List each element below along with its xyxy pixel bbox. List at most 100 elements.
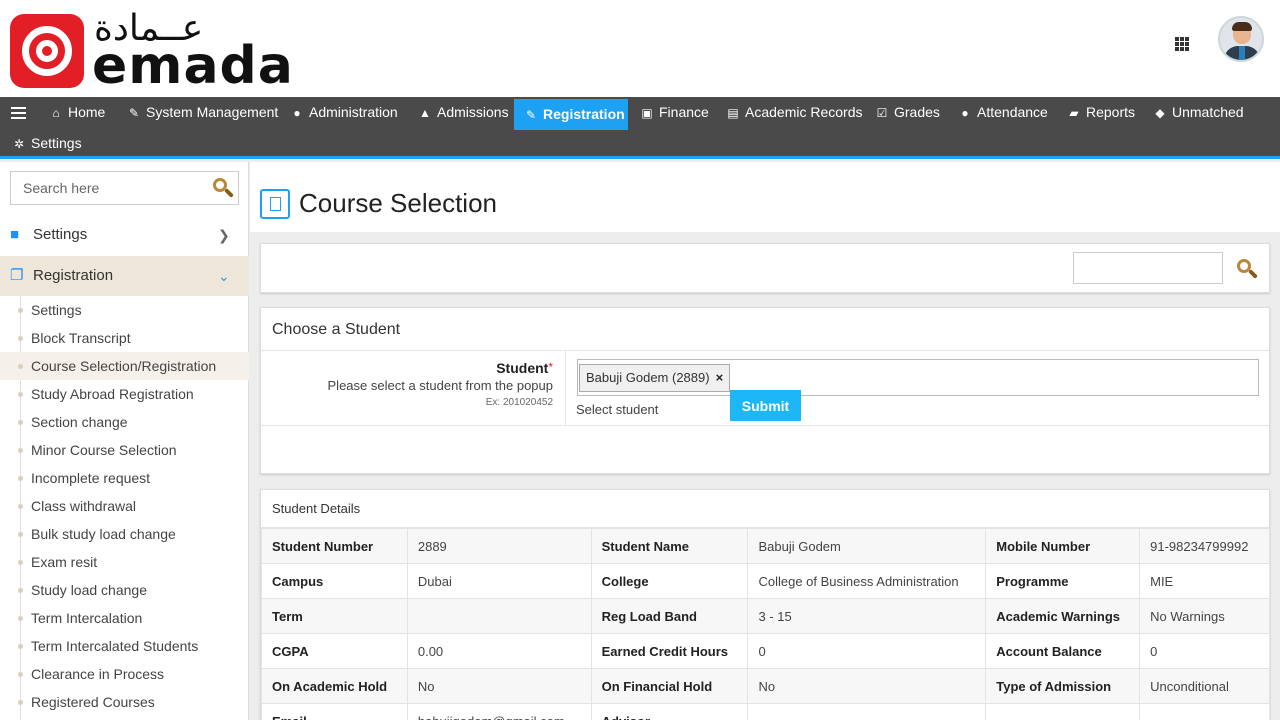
sidebar-item-study-load-change[interactable]: Study load change bbox=[0, 576, 249, 604]
emada-logo[interactable]: عــمادة emada bbox=[10, 8, 293, 92]
nav-academic-records[interactable]: ▤ Academic Records bbox=[716, 97, 873, 128]
nav-label: Reports bbox=[1086, 104, 1136, 120]
table-row: Term Reg Load Band 3 - 15 Academic Warnin… bbox=[261, 598, 1270, 634]
file-icon: ▤ bbox=[727, 106, 739, 120]
detail-key: Programme bbox=[985, 563, 1141, 599]
detail-value: No bbox=[406, 668, 592, 704]
item-label: Block Transcript bbox=[31, 330, 131, 346]
nav-home[interactable]: ⌂ Home bbox=[39, 97, 115, 128]
nav-system-management[interactable]: ✎ System Management bbox=[117, 97, 288, 128]
nav-admissions[interactable]: ▲ Admissions bbox=[408, 97, 519, 128]
student-details-panel: Student Details Student Number 2889 Stude… bbox=[260, 489, 1270, 720]
detail-key: Term bbox=[261, 598, 408, 634]
sidebar-item-settings[interactable]: Settings bbox=[0, 296, 249, 324]
nav-administration[interactable]: ● Administration bbox=[280, 97, 408, 128]
sidebar-item-bulk-study-load[interactable]: Bulk study load change bbox=[0, 520, 249, 548]
sidebar-item-block-transcript[interactable]: Block Transcript bbox=[0, 324, 249, 352]
detail-key: Student Name bbox=[590, 528, 749, 564]
detail-key: Reg Load Band bbox=[590, 598, 749, 634]
nav-label: Finance bbox=[659, 104, 709, 120]
sidebar-item-minor-course[interactable]: Minor Course Selection bbox=[0, 436, 249, 464]
detail-value: 2889 bbox=[406, 528, 592, 564]
user-avatar[interactable] bbox=[1218, 16, 1264, 62]
detail-key: Type of Admission bbox=[985, 668, 1141, 704]
detail-value: No bbox=[747, 668, 987, 704]
chip-remove-icon[interactable]: × bbox=[716, 370, 724, 385]
hamburger-menu-icon[interactable] bbox=[11, 107, 26, 119]
detail-key: Advisor bbox=[590, 703, 749, 720]
nav-unmatched[interactable]: ◆ Unmatched bbox=[1143, 97, 1254, 128]
item-label: Study load change bbox=[31, 582, 147, 598]
sidebar-section-settings[interactable]: ■ Settings ❯ bbox=[0, 215, 249, 255]
home-icon: ⌂ bbox=[52, 106, 60, 120]
item-label: Section change bbox=[31, 414, 128, 430]
detail-value bbox=[747, 703, 987, 720]
sidebar-item-course-selection[interactable]: Course Selection/Registration bbox=[0, 352, 249, 380]
sidebar-item-registered-courses[interactable]: Registered Courses bbox=[0, 688, 249, 716]
submit-button[interactable]: Submit bbox=[730, 390, 801, 421]
sidebar-search-input[interactable] bbox=[11, 172, 201, 204]
detail-key: Campus bbox=[261, 563, 408, 599]
nav-registration[interactable]: ✎ Registration bbox=[514, 99, 628, 130]
detail-value bbox=[1139, 703, 1270, 720]
sidebar: ■ Settings ❯ ❐ Registration ⌄ Settings B… bbox=[0, 162, 249, 720]
nav-label: Attendance bbox=[977, 104, 1048, 120]
student-example: Ex: 201020452 bbox=[485, 397, 553, 408]
page-title: Course Selection bbox=[299, 188, 497, 218]
sidebar-item-term-intercalation[interactable]: Term Intercalation bbox=[0, 604, 249, 632]
detail-key: Email bbox=[261, 703, 408, 720]
item-label: Bulk study load change bbox=[31, 526, 176, 542]
detail-key: Academic Warnings bbox=[985, 598, 1141, 634]
item-label: Exam resit bbox=[31, 554, 98, 570]
nav-label: Administration bbox=[309, 104, 398, 120]
search-icon[interactable] bbox=[213, 178, 235, 200]
sidebar-item-term-intercalated-students[interactable]: Term Intercalated Students bbox=[0, 632, 249, 660]
chip-label: Babuji Godem (2889) bbox=[586, 370, 710, 385]
chevron-right-icon: ❯ bbox=[218, 227, 230, 243]
table-row: Campus Dubai College College of Business A… bbox=[261, 563, 1270, 599]
copy-icon: ❐ bbox=[10, 267, 24, 284]
nav-grades[interactable]: ☑ Grades bbox=[865, 97, 950, 128]
student-select[interactable]: Babuji Godem (2889) × bbox=[577, 359, 1259, 396]
apps-grid-icon[interactable] bbox=[1175, 37, 1189, 51]
detail-key: Student Number bbox=[261, 528, 408, 564]
sidebar-item-class-withdrawal[interactable]: Class withdrawal bbox=[0, 492, 249, 520]
nav-reports[interactable]: ▰ Reports bbox=[1057, 97, 1145, 128]
item-label: Incomplete request bbox=[31, 470, 151, 486]
student-details-heading: Student Details bbox=[261, 490, 1269, 528]
logo-mark-icon bbox=[10, 14, 84, 88]
sidebar-item-section-change[interactable]: Section change bbox=[0, 408, 249, 436]
nav-attendance[interactable]: ● Attendance bbox=[948, 97, 1058, 128]
folder-icon: ■ bbox=[10, 226, 20, 243]
table-row: Student Number 2889 Student Name Babuji Go… bbox=[261, 528, 1270, 564]
detail-value: No Warnings bbox=[1139, 598, 1270, 634]
sidebar-item-incomplete-request[interactable]: Incomplete request bbox=[0, 464, 249, 492]
quick-search-input[interactable] bbox=[1073, 252, 1223, 284]
sidebar-item-exam-resit[interactable]: Exam resit bbox=[0, 548, 249, 576]
select-student-help: Select student bbox=[576, 402, 659, 417]
detail-value: MIE bbox=[1139, 563, 1270, 599]
detail-key: Account Balance bbox=[985, 633, 1141, 669]
nav-settings[interactable]: ✲ Settings bbox=[2, 128, 92, 159]
sidebar-section-registration[interactable]: ❐ Registration ⌄ bbox=[0, 256, 249, 296]
nav-label: System Management bbox=[146, 104, 279, 120]
selected-student-chip: Babuji Godem (2889) × bbox=[579, 364, 731, 392]
top-header: عــمادة emada bbox=[0, 0, 1280, 97]
nav-label: Home bbox=[68, 104, 106, 120]
sidebar-item-clearance[interactable]: Clearance in Process bbox=[0, 660, 249, 688]
detail-key bbox=[985, 703, 1141, 720]
item-label: Course Selection/Registration bbox=[31, 358, 217, 374]
quick-search-panel bbox=[260, 243, 1270, 293]
detail-value: 91-98234799992 bbox=[1139, 528, 1270, 564]
detail-key: On Financial Hold bbox=[590, 668, 749, 704]
check-square-icon: ☑ bbox=[876, 106, 888, 120]
search-icon[interactable] bbox=[1237, 259, 1259, 281]
chevron-down-icon: ⌄ bbox=[218, 268, 230, 284]
table-row: Emailbabujigodem@gmail.com Advisor bbox=[261, 703, 1270, 720]
sidebar-item-study-abroad[interactable]: Study Abroad Registration bbox=[0, 380, 249, 408]
nav-label: Academic Records bbox=[745, 104, 863, 120]
item-label: Settings bbox=[31, 302, 82, 318]
detail-value: College of Business Administration bbox=[747, 563, 987, 599]
nav-finance[interactable]: ▣ Finance bbox=[630, 97, 719, 128]
main-nav: ⌂ Home ✎ System Management ● Administration… bbox=[0, 97, 1280, 159]
